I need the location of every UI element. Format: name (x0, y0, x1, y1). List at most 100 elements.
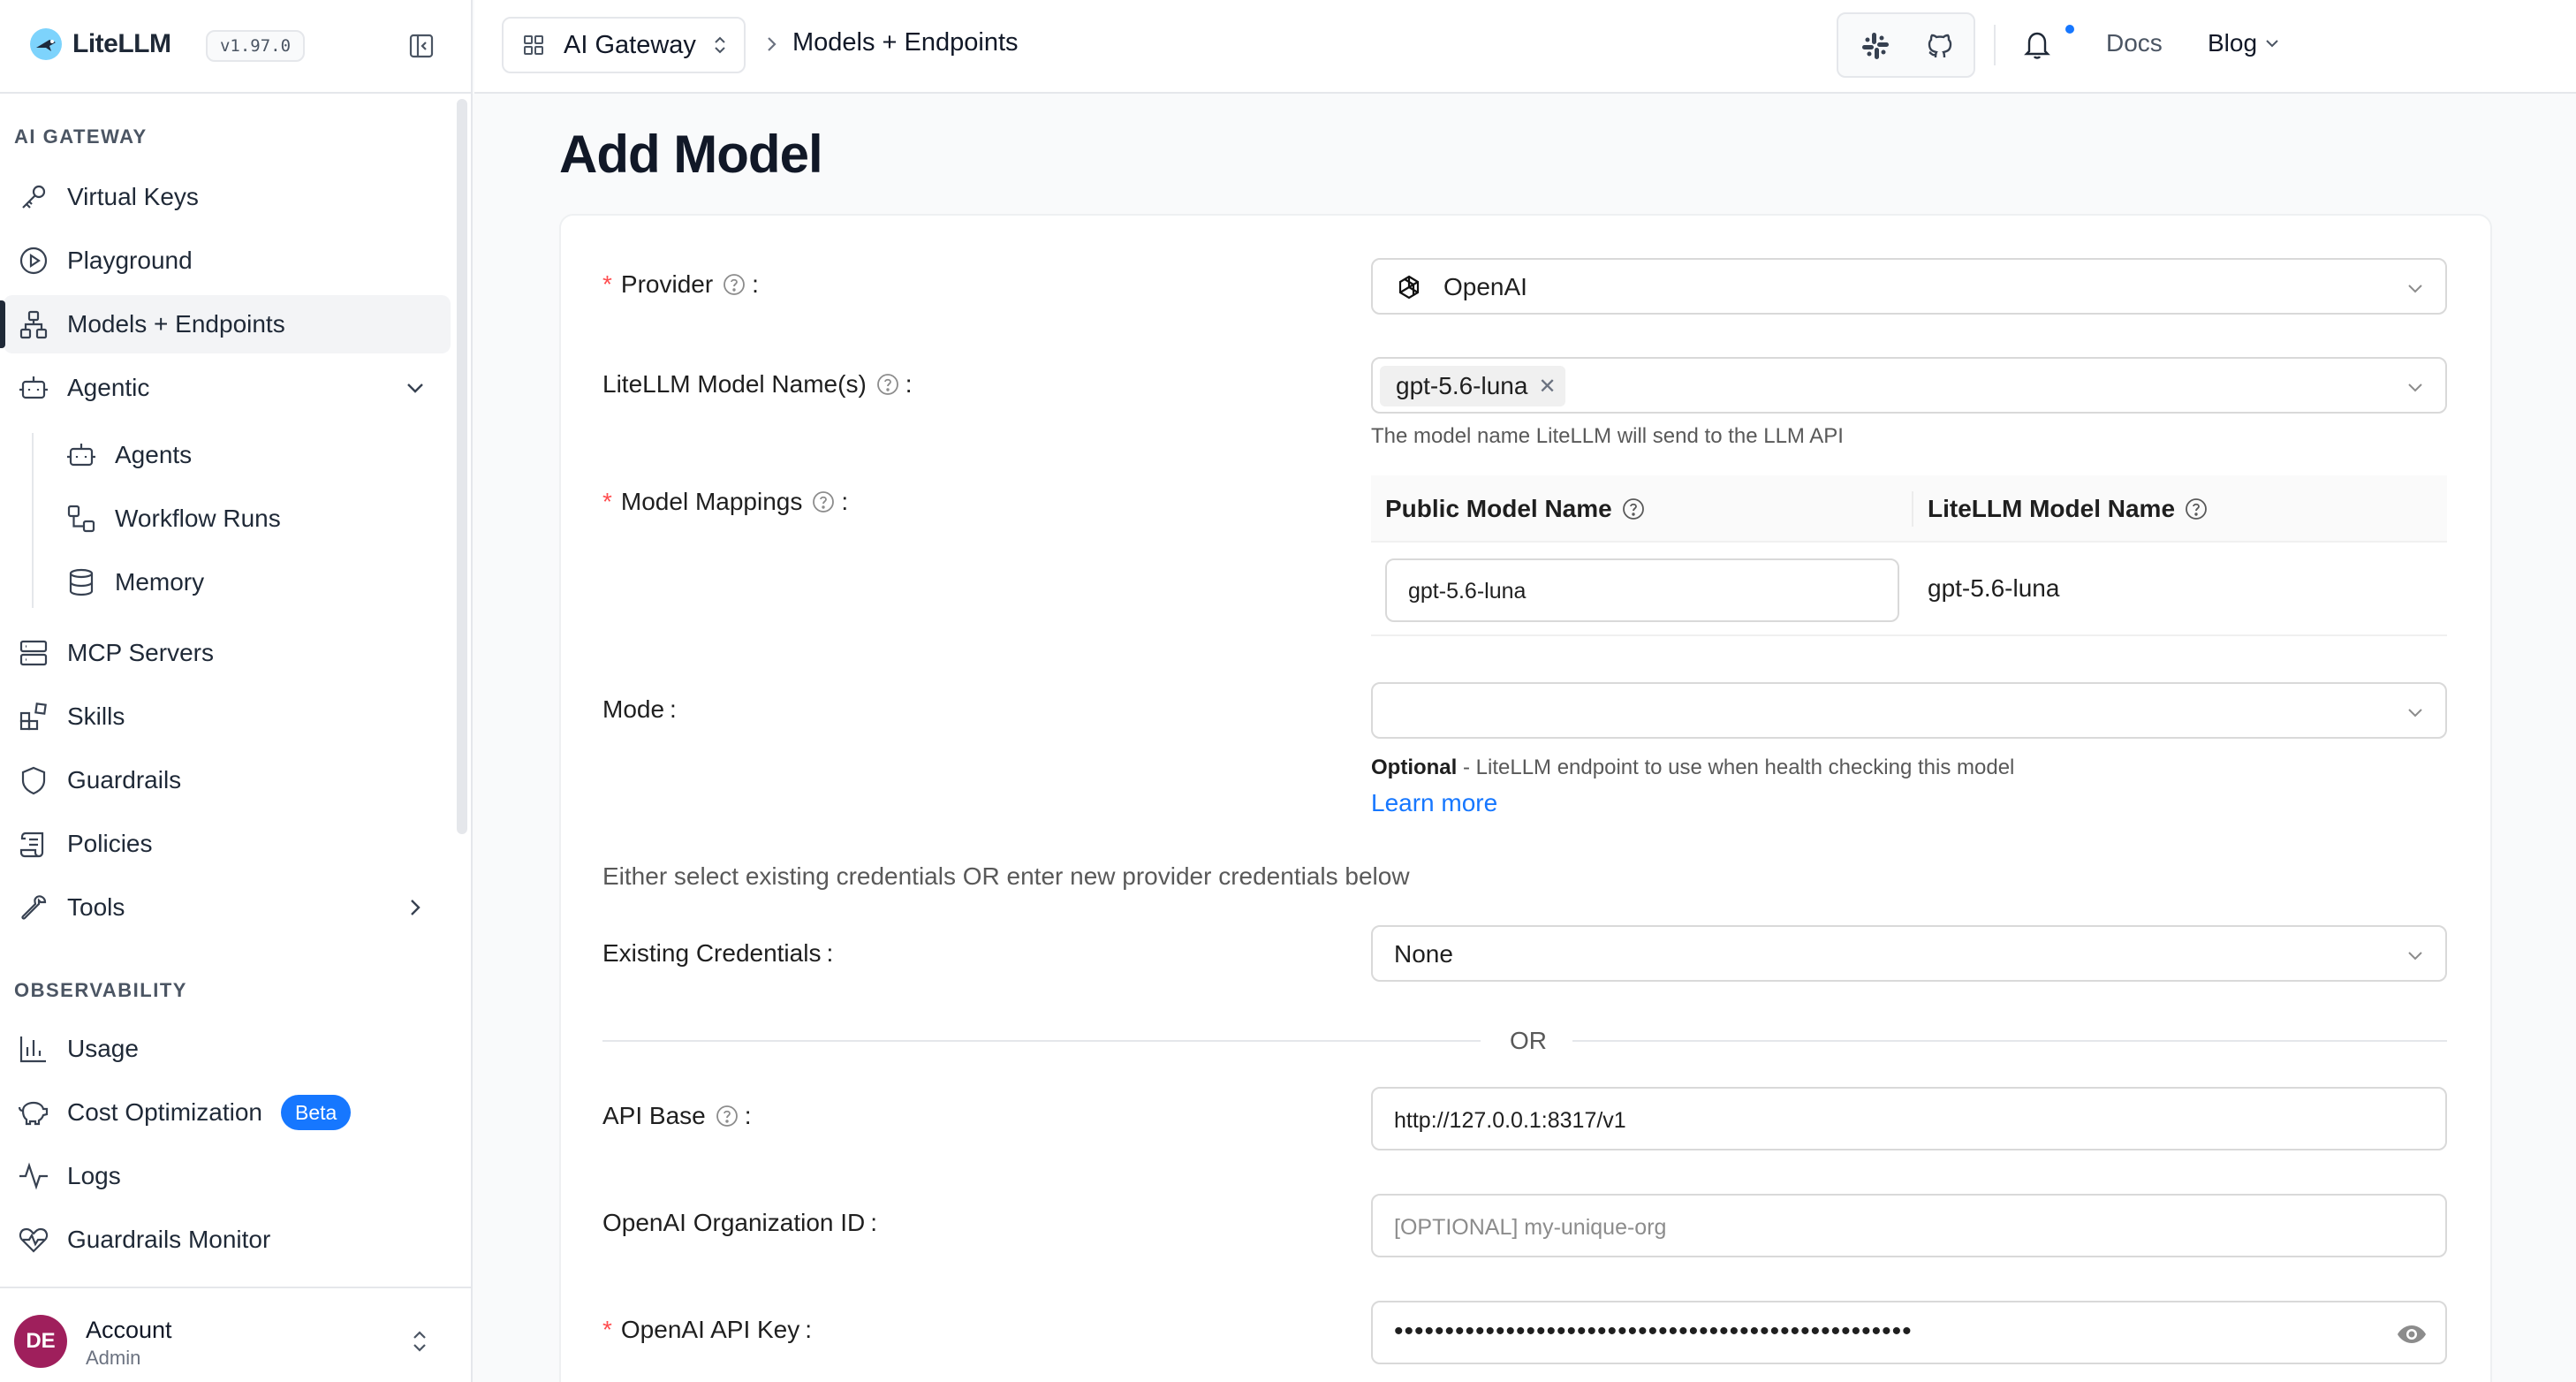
litellm-logo-icon (30, 28, 62, 60)
sidebar: LiteLLM v1.97.0 AI GATEWAY Virtual Keys … (0, 0, 473, 1382)
sidebar-item-agentic[interactable]: Agentic (4, 359, 451, 417)
api-key-input[interactable]: ••••••••••••••••••••••••••••••••••••••••… (1371, 1301, 2447, 1364)
blog-menu[interactable]: Blog (2208, 29, 2282, 57)
mode-select[interactable] (1371, 682, 2447, 739)
divider (602, 1040, 1481, 1042)
sidebar-item-cost-optimization[interactable]: Cost Optimization Beta (4, 1083, 451, 1142)
model-names-label: LiteLLM Model Name(s) : (602, 370, 913, 398)
sidebar-item-memory[interactable]: Memory (4, 553, 451, 611)
sidebar-item-usage[interactable]: Usage (4, 1020, 451, 1078)
database-icon (69, 568, 94, 596)
credentials-note: Either select existing credentials OR en… (602, 862, 1410, 890)
sidebar-item-tools[interactable]: Tools (4, 878, 451, 937)
api-base-input[interactable]: http://127.0.0.1:8317/v1 (1371, 1087, 2447, 1150)
litellm-model-name-value: gpt-5.6-luna (1928, 574, 2060, 602)
workflow-icon (67, 505, 95, 533)
page-title: Add Model (559, 125, 823, 184)
sidebar-item-label: Models + Endpoints (67, 310, 285, 338)
sidebar-item-workflow-runs[interactable]: Workflow Runs (4, 490, 451, 548)
existing-credentials-label: Existing Credentials : (602, 939, 834, 967)
existing-credentials-select[interactable]: None (1371, 925, 2447, 982)
model-name-tag: gpt-5.6-luna ✕ (1380, 366, 1565, 406)
top-bar: AI Gateway Models + Endpoints Docs Blog (474, 0, 2576, 94)
sidebar-item-agents[interactable]: Agents (4, 426, 451, 484)
sidebar-item-label: Guardrails (67, 766, 182, 794)
divider (1572, 1040, 2447, 1042)
api-key-masked-value: ••••••••••••••••••••••••••••••••••••••••… (1394, 1317, 1913, 1346)
sidebar-item-label: Usage (67, 1035, 139, 1062)
model-names-help: The model name LiteLLM will send to the … (1371, 424, 1844, 448)
help-icon[interactable] (715, 1104, 739, 1128)
chevron-down-icon[interactable] (403, 376, 428, 400)
section-ai-gateway: AI GATEWAY (14, 125, 148, 148)
sidebar-collapse-icon[interactable] (407, 32, 436, 60)
help-icon[interactable] (722, 272, 746, 297)
help-icon[interactable] (875, 372, 900, 397)
mode-help: Optional - LiteLLM endpoint to use when … (1371, 756, 2015, 779)
activity-icon (19, 1162, 48, 1190)
public-model-name-input[interactable]: gpt-5.6-luna (1385, 558, 1899, 622)
sidebar-item-skills[interactable]: Skills (4, 687, 451, 746)
chevron-down-icon (2266, 40, 2278, 48)
sidebar-item-playground[interactable]: Playground (4, 232, 451, 290)
mappings-table-header: Public Model Name LiteLLM Model Name (1371, 475, 2447, 543)
or-divider-label: OR (1510, 1027, 1547, 1054)
sidebar-item-virtual-keys[interactable]: Virtual Keys (4, 168, 451, 226)
blog-label: Blog (2208, 29, 2258, 57)
sidebar-scrollbar[interactable] (457, 99, 467, 834)
api-base-label: API Base : (602, 1102, 752, 1129)
sidebar-item-models-endpoints[interactable]: Models + Endpoints (0, 295, 451, 353)
chevron-up-down-icon[interactable] (405, 1327, 434, 1355)
slack-icon[interactable] (1860, 31, 1890, 61)
help-icon[interactable] (2184, 497, 2209, 521)
sidebar-header: LiteLLM v1.97.0 (0, 0, 471, 94)
org-id-label: OpenAI Organization ID : (602, 1209, 878, 1236)
help-icon[interactable] (811, 490, 836, 514)
shield-icon (21, 766, 46, 795)
divider (1994, 25, 1996, 65)
gateway-label: AI Gateway (564, 30, 696, 59)
chevron-down-icon (2408, 709, 2422, 718)
bell-icon[interactable] (2022, 28, 2052, 60)
chevron-down-icon (2408, 383, 2422, 392)
model-names-select[interactable]: gpt-5.6-luna ✕ (1371, 357, 2447, 414)
app-name: LiteLLM (72, 29, 171, 58)
piggy-bank-icon (18, 1101, 49, 1126)
sidebar-item-logs[interactable]: Logs (4, 1147, 451, 1205)
sidebar-item-label: Guardrails Monitor (67, 1226, 271, 1253)
blocks-icon (19, 702, 47, 731)
gateway-switcher[interactable]: AI Gateway (502, 17, 746, 73)
account-role: Admin (86, 1347, 141, 1369)
chevron-down-icon (2408, 952, 2422, 961)
learn-more-link[interactable]: Learn more (1371, 789, 1497, 817)
key-icon (22, 185, 46, 209)
sidebar-item-label: Skills (67, 702, 125, 730)
api-key-label: * OpenAI API Key : (602, 1316, 813, 1343)
sidebar-item-guardrails[interactable]: Guardrails (4, 751, 451, 809)
openai-icon (1398, 275, 1420, 300)
sidebar-item-guardrails-monitor[interactable]: Guardrails Monitor (4, 1211, 451, 1269)
sidebar-item-label: Tools (67, 893, 125, 921)
sidebar-item-label: Workflow Runs (115, 505, 281, 532)
github-icon[interactable] (1924, 30, 1956, 62)
breadcrumb[interactable]: Models + Endpoints (792, 28, 1019, 57)
provider-select[interactable]: OpenAI (1371, 258, 2447, 315)
help-icon[interactable] (1621, 497, 1646, 521)
sidebar-item-policies[interactable]: Policies (4, 815, 451, 873)
logo[interactable]: LiteLLM (28, 27, 171, 62)
close-icon[interactable]: ✕ (1538, 374, 1556, 399)
community-links (1837, 12, 1975, 78)
chevron-right-icon[interactable] (403, 895, 428, 920)
sidebar-item-mcp-servers[interactable]: MCP Servers (4, 624, 451, 682)
avatar: DE (14, 1315, 67, 1368)
org-id-input[interactable]: [OPTIONAL] my-unique-org (1371, 1194, 2447, 1257)
column-public-model-name: Public Model Name (1385, 495, 1646, 523)
account-menu[interactable]: DE Account Admin (0, 1287, 473, 1382)
server-icon (19, 640, 48, 666)
docs-link[interactable]: Docs (2106, 29, 2163, 57)
eye-icon[interactable] (2396, 1318, 2428, 1350)
sidebar-item-label: MCP Servers (67, 639, 214, 666)
robot-icon (19, 376, 48, 399)
existing-credentials-value: None (1394, 940, 1453, 968)
chevron-up-down-icon (715, 36, 725, 54)
